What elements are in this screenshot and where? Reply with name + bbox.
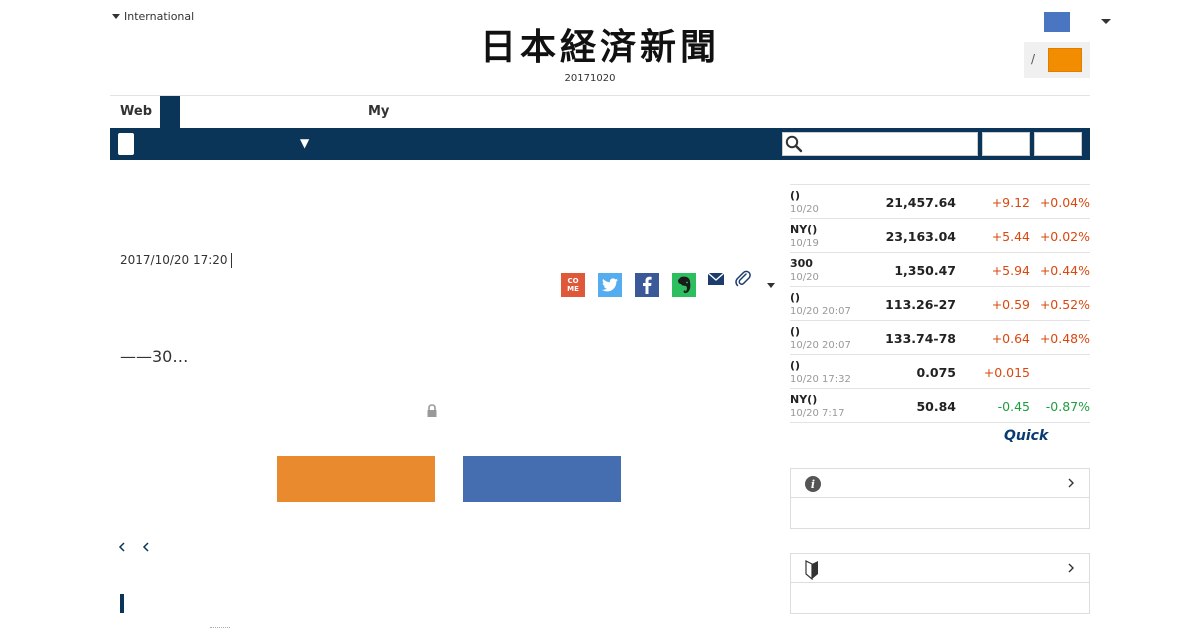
- market-value: 23,163.04: [885, 229, 956, 244]
- svg-text:i: i: [811, 478, 815, 491]
- market-change: +5.44: [991, 229, 1030, 244]
- market-row[interactable]: () 10/20 21,457.64 +9.12 +0.04%: [790, 185, 1090, 219]
- market-change-percent: +0.48%: [1039, 331, 1090, 346]
- evernote-icon[interactable]: [672, 273, 696, 297]
- market-name: (): [790, 291, 801, 304]
- mail-icon[interactable]: [707, 272, 725, 286]
- market-change-percent: +0.52%: [1039, 297, 1090, 312]
- login-separator: /: [1031, 52, 1036, 66]
- market-value: 133.74-78: [885, 331, 956, 346]
- tab-my[interactable]: My: [368, 104, 389, 119]
- market-name: (): [790, 325, 801, 338]
- tab-active-indicator[interactable]: [160, 96, 180, 128]
- chevron-left-icon[interactable]: [140, 539, 152, 555]
- subscribe-button[interactable]: [277, 456, 435, 502]
- beginner-panel: [790, 553, 1090, 614]
- info-panel-header[interactable]: i: [791, 469, 1089, 498]
- market-change-percent: +0.44%: [1039, 263, 1090, 278]
- edition-selector[interactable]: International: [112, 10, 194, 23]
- market-date: 10/20 20:07: [790, 306, 851, 317]
- market-value: 113.26-27: [885, 297, 956, 312]
- market-value: 1,350.47: [894, 263, 956, 278]
- market-change: +9.12: [991, 195, 1030, 210]
- twitter-bird-icon: [602, 278, 618, 292]
- market-name: NY(): [790, 223, 818, 236]
- chevron-right-icon: [1068, 563, 1074, 573]
- login-button[interactable]: [1048, 48, 1082, 72]
- twitter-icon[interactable]: [598, 273, 622, 297]
- market-value: 21,457.64: [885, 195, 956, 210]
- come-share-label-bottom: ME: [567, 285, 579, 293]
- more-share-caret-icon[interactable]: [767, 283, 775, 288]
- lock-icon: [427, 404, 437, 417]
- market-row[interactable]: () 10/20 20:07 133.74-78 +0.64 +0.48%: [790, 321, 1090, 355]
- paper-date: 20171020: [564, 73, 616, 84]
- evernote-elephant-icon: [678, 276, 691, 294]
- beginner-panel-header[interactable]: [791, 554, 1089, 583]
- market-value: 50.84: [916, 399, 956, 414]
- nav-button-1[interactable]: [982, 132, 1030, 156]
- market-name: (): [790, 359, 801, 372]
- market-change-percent: +0.04%: [1039, 195, 1090, 210]
- dotted-divider: [210, 627, 230, 628]
- info-panel: i: [790, 468, 1090, 529]
- market-change-percent: -0.87%: [1045, 399, 1090, 414]
- market-change: -0.45: [997, 399, 1030, 414]
- facebook-f-icon: [643, 276, 652, 294]
- market-name: NY(): [790, 393, 818, 406]
- section-marker: [120, 594, 124, 613]
- come-share-label-top: CO: [567, 277, 579, 285]
- market-date: 10/20: [790, 272, 819, 283]
- facebook-icon[interactable]: [635, 273, 659, 297]
- quick-logo: Quick: [1004, 428, 1049, 444]
- market-row[interactable]: 300 10/20 1,350.47 +5.94 +0.44%: [790, 253, 1090, 287]
- market-row[interactable]: NY() 10/20 7:17 50.84 -0.45 -0.87%: [790, 389, 1090, 423]
- market-date: 10/20 7:17: [790, 408, 845, 419]
- come-share-icon[interactable]: CO ME: [561, 273, 585, 297]
- market-change: +5.94: [991, 263, 1030, 278]
- login-cta-button[interactable]: [463, 456, 621, 502]
- date-separator: [231, 253, 232, 268]
- edition-label: International: [124, 10, 195, 23]
- market-change: +0.015: [983, 365, 1030, 380]
- tab-web[interactable]: Web: [120, 104, 152, 119]
- market-date: 10/20: [790, 204, 819, 215]
- chevron-left-icon[interactable]: [116, 539, 128, 555]
- market-value: 0.075: [916, 365, 956, 380]
- search-icon[interactable]: [785, 135, 803, 153]
- market-row[interactable]: NY() 10/19 23,163.04 +5.44 +0.02%: [790, 219, 1090, 253]
- market-date: 10/20 20:07: [790, 340, 851, 351]
- market-date: 10/20 17:32: [790, 374, 851, 385]
- user-menu-button[interactable]: [1044, 12, 1070, 32]
- market-name: 300: [790, 257, 813, 270]
- chevron-right-icon: [1068, 478, 1074, 488]
- market-change: +0.59: [991, 297, 1030, 312]
- info-icon: i: [805, 476, 821, 492]
- market-change: +0.64: [991, 331, 1030, 346]
- market-row[interactable]: () 10/20 20:07 113.26-27 +0.59 +0.52%: [790, 287, 1090, 321]
- market-date: 10/19: [790, 238, 819, 249]
- search-input[interactable]: [782, 132, 978, 156]
- header-divider: [110, 95, 1090, 96]
- home-button[interactable]: [118, 133, 134, 155]
- clip-icon[interactable]: [734, 270, 752, 288]
- market-table: () 10/20 21,457.64 +9.12 +0.04% NY() 10/19 23,1…: [790, 184, 1090, 423]
- caret-down-icon[interactable]: [1101, 19, 1111, 24]
- caret-down-icon: [112, 14, 120, 19]
- market-row[interactable]: () 10/20 17:32 0.075 +0.015: [790, 355, 1090, 389]
- beginner-mark-icon: [805, 560, 818, 580]
- article-date: 2017/10/20 17:20: [120, 253, 228, 267]
- site-logo[interactable]: 日本経済新聞: [440, 24, 760, 70]
- article-lead: ——30…: [120, 347, 189, 366]
- market-change-percent: +0.02%: [1039, 229, 1090, 244]
- nav-dropdown-toggle[interactable]: ▼: [300, 136, 309, 150]
- nav-button-2[interactable]: [1034, 132, 1082, 156]
- market-name: (): [790, 189, 801, 202]
